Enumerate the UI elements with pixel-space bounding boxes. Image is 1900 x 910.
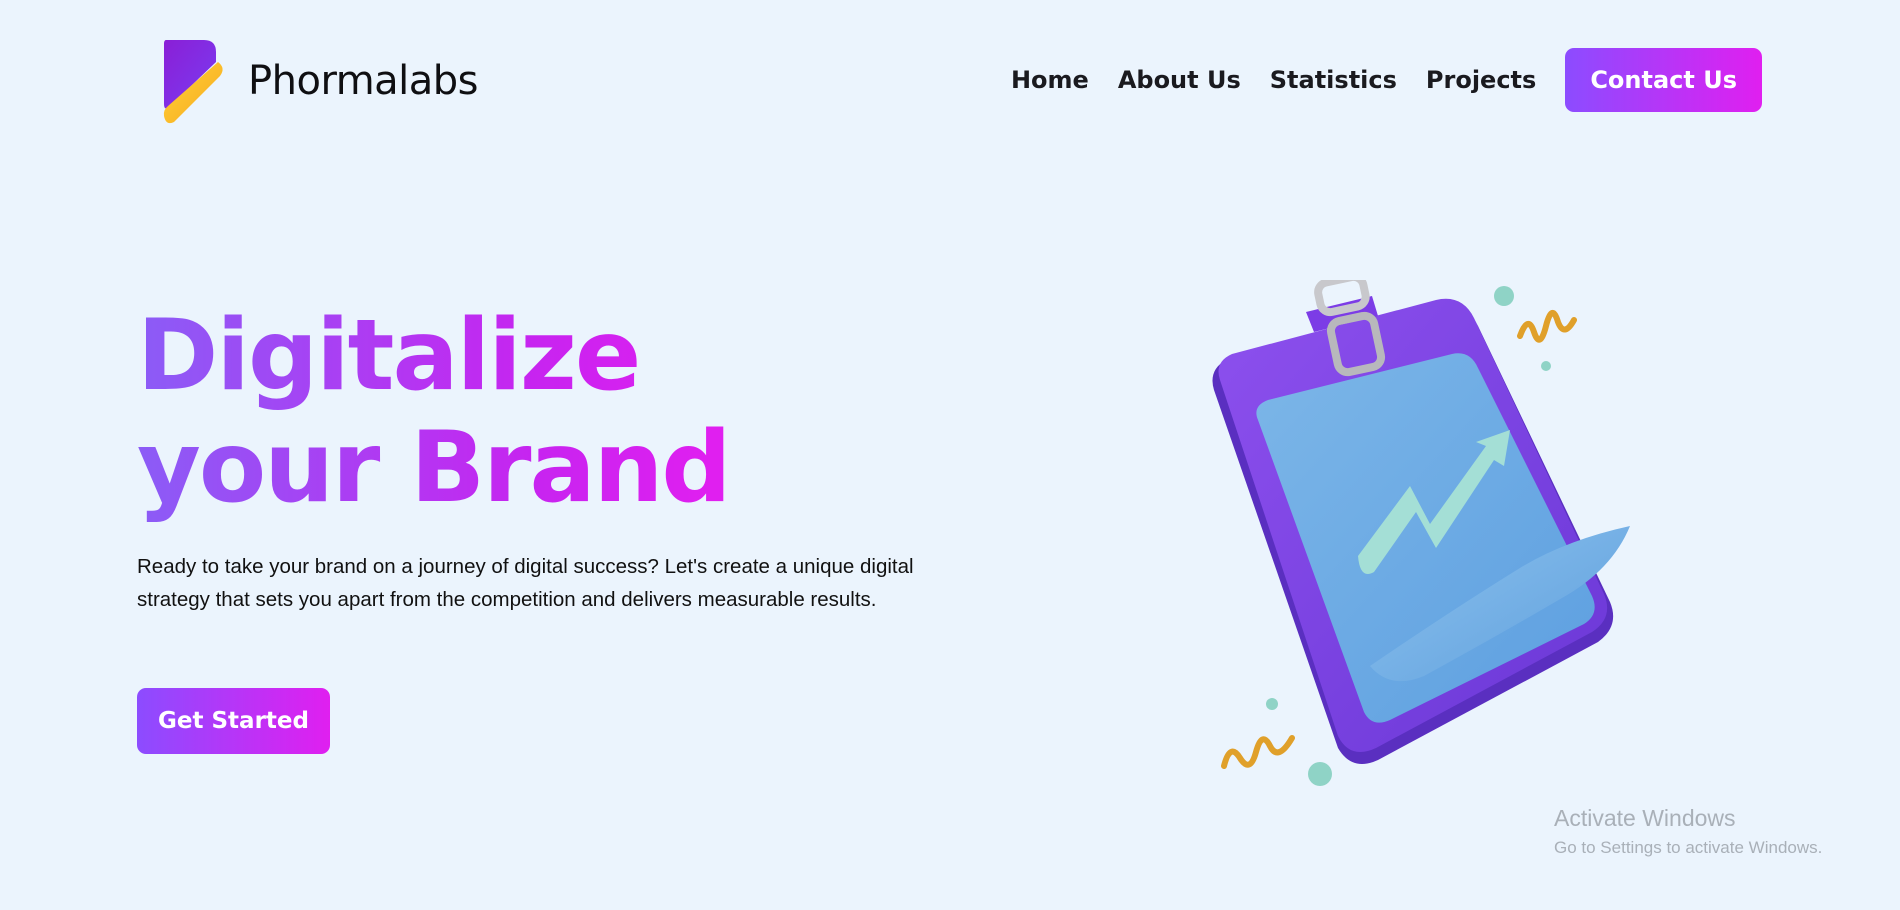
phormalabs-logo-icon <box>163 40 223 124</box>
nav-link-statistics[interactable]: Statistics <box>1270 66 1397 94</box>
get-started-button[interactable]: Get Started <box>137 688 330 754</box>
hero-description: Ready to take your brand on a journey of… <box>137 555 914 611</box>
nav-link-projects[interactable]: Projects <box>1426 66 1536 94</box>
watermark-subtitle: Go to Settings to activate Windows. <box>1554 838 1823 857</box>
watermark-title: Activate Windows <box>1554 805 1736 831</box>
activate-windows-watermark: Activate Windows Go to Settings to activ… <box>1554 805 1822 858</box>
hero-title: Digitalize your Brand <box>137 300 857 524</box>
brand-logo[interactable]: Phormalabs <box>160 36 479 126</box>
nav-link-home[interactable]: Home <box>1011 66 1089 94</box>
page: Phormalabs Home About Us Statistics Proj… <box>0 0 1900 910</box>
main-nav: Home About Us Statistics Projects Contac… <box>1011 48 1762 112</box>
contact-us-button[interactable]: Contact Us <box>1565 48 1762 112</box>
nav-link-about-us[interactable]: About Us <box>1118 66 1241 94</box>
brand-name: Phormalabs <box>248 58 479 104</box>
clipboard-growth-chart-icon <box>1212 280 1630 786</box>
